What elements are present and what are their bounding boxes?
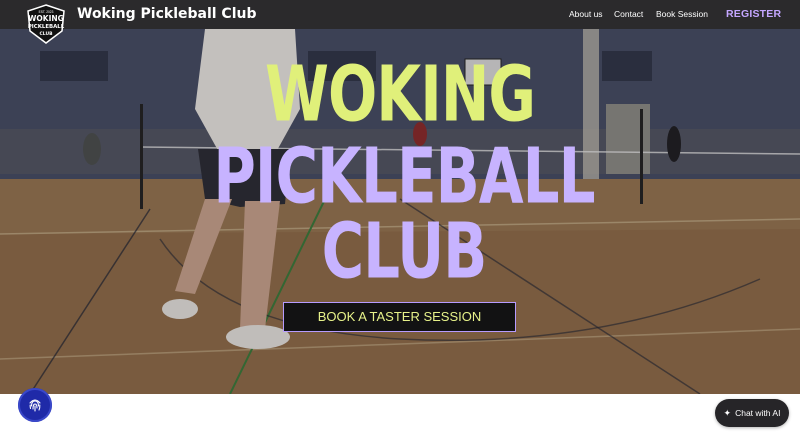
chat-with-ai-label: Chat with AI (735, 408, 781, 418)
hero-title-line3: CLUB (321, 206, 488, 296)
hero-title: WOKING PICKLEBALL CLUB (0, 29, 800, 394)
accessibility-button[interactable] (18, 388, 52, 422)
hero-title-line1: WOKING (265, 49, 536, 139)
nav-about-link[interactable]: About us (569, 9, 603, 19)
top-nav: EST. 2023 WOKING PICKLEBALL CLUB Woking … (0, 0, 800, 44)
brand-name[interactable]: Woking Pickleball Club (77, 6, 257, 22)
club-logo[interactable]: EST. 2023 WOKING PICKLEBALL CLUB (24, 3, 68, 45)
logo-text-club: CLUB (39, 31, 53, 37)
chat-with-ai-button[interactable]: ✦ Chat with AI (715, 399, 789, 427)
logo-text-pickleball: PICKLEBALL (28, 24, 65, 30)
register-button[interactable]: REGISTER (726, 8, 781, 20)
nav-contact-link[interactable]: Contact (614, 9, 643, 19)
logo-text-woking: WOKING (28, 14, 64, 23)
sparkle-icon: ✦ (723, 407, 732, 418)
book-taster-session-button[interactable]: BOOK A TASTER SESSION (283, 302, 516, 332)
nav-book-session-link[interactable]: Book Session (656, 9, 708, 19)
hero-section: WOKING PICKLEBALL CLUB BOOK A TASTER SES… (0, 29, 800, 394)
fingerprint-icon (29, 399, 41, 412)
